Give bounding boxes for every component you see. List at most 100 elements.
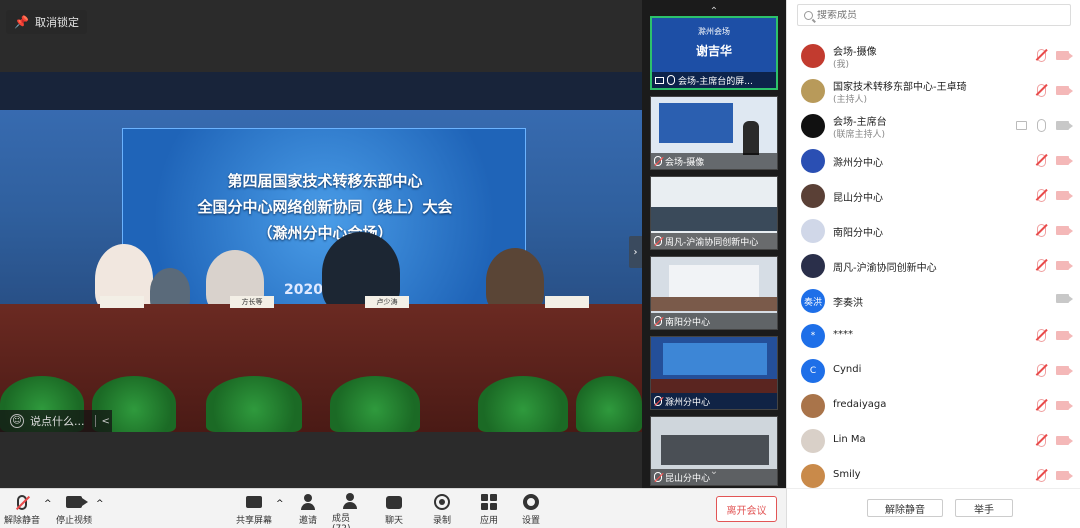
chat-button[interactable]: 聊天 xyxy=(382,493,406,527)
camera-off-icon[interactable] xyxy=(1056,51,1073,60)
mic-muted-icon[interactable] xyxy=(1037,364,1046,377)
member-row[interactable]: * **** xyxy=(787,318,1080,353)
active-speaker-video: 第四届国家技术转移东部中心 全国分中心网络创新协同（线上）大会 （滁州分中心会场… xyxy=(0,72,642,432)
search-input[interactable] xyxy=(817,9,1057,21)
camera-off-icon[interactable] xyxy=(1056,226,1073,235)
chevron-left-icon[interactable]: < xyxy=(102,416,110,427)
video-thumbnail[interactable]: 滁州分中心 xyxy=(650,336,778,410)
mic-muted-icon[interactable] xyxy=(1037,434,1046,447)
avatar xyxy=(801,149,825,173)
member-row[interactable]: fredaiyaga xyxy=(787,388,1080,423)
video-thumbnail[interactable]: 周凡-沪渝协同创新中心 xyxy=(650,176,778,250)
mic-muted-icon[interactable] xyxy=(1037,84,1046,97)
settings-label: 设置 xyxy=(521,516,540,526)
thumbnail-label: 南阳分中心 xyxy=(651,313,777,329)
member-name: Lin Ma xyxy=(833,434,866,445)
thumbnail-name: 会场-主席台的屏... xyxy=(678,76,753,87)
nameplate: 方长等 xyxy=(230,296,274,308)
slide-title: 滁州会场 xyxy=(698,27,730,36)
avatar xyxy=(801,429,825,453)
member-name: 滁州分中心 xyxy=(833,158,883,169)
quick-chat-bar[interactable]: ☺ 说点什么... < xyxy=(0,410,112,432)
member-row[interactable]: Smily xyxy=(787,458,1080,488)
unmute-button[interactable]: 解除静音 xyxy=(4,493,40,527)
nameplate xyxy=(100,296,144,308)
camera-off-icon[interactable] xyxy=(1056,261,1073,270)
chevron-up-icon[interactable]: ^ xyxy=(44,499,52,509)
member-row[interactable]: 昆山分中心 xyxy=(787,178,1080,213)
chat-input-placeholder[interactable]: 说点什么... xyxy=(30,413,85,429)
leave-meeting-button[interactable]: 离开会议 xyxy=(716,496,777,522)
member-row[interactable]: 周凡-沪渝协同创新中心 xyxy=(787,248,1080,283)
mic-muted-icon[interactable] xyxy=(1037,224,1046,237)
mic-icon[interactable] xyxy=(1037,119,1046,132)
mic-muted-icon[interactable] xyxy=(1037,259,1046,272)
raise-hand-button[interactable]: 举手 xyxy=(955,499,1013,517)
mic-muted-icon[interactable] xyxy=(1037,154,1046,167)
camera-off-icon[interactable] xyxy=(1056,86,1073,95)
banner-line: 全国分中心网络创新协同（线上）大会 xyxy=(197,198,453,216)
share-icon xyxy=(655,76,664,84)
mic-muted-icon[interactable] xyxy=(1037,399,1046,412)
mic-muted-icon xyxy=(654,156,662,166)
member-row[interactable]: C Cyndi xyxy=(787,353,1080,388)
camera-icon[interactable] xyxy=(1056,121,1073,130)
record-button[interactable]: 录制 xyxy=(430,493,454,527)
camera-off-icon[interactable] xyxy=(1056,436,1073,445)
member-row[interactable]: 滁州分中心 xyxy=(787,143,1080,178)
invite-button[interactable]: 邀请 xyxy=(296,493,320,527)
avatar: * xyxy=(801,324,825,348)
collapse-gallery-button[interactable]: › xyxy=(629,236,642,268)
member-search[interactable] xyxy=(797,4,1071,26)
mic-icon xyxy=(667,75,675,85)
member-row[interactable]: 会场-主席台 (联席主持人) xyxy=(787,108,1080,143)
member-row[interactable]: 奏洪 李奏洪 xyxy=(787,283,1080,318)
member-status-icons xyxy=(1037,399,1073,412)
settings-button[interactable]: 设置 xyxy=(519,493,543,527)
camera-icon[interactable] xyxy=(1056,294,1073,303)
camera-off-icon[interactable] xyxy=(1056,331,1073,340)
member-name: 周凡-沪渝协同创新中心 xyxy=(833,263,937,274)
apps-label: 应用 xyxy=(479,516,498,526)
video-thumbnail[interactable]: 滁州会场 谢吉华 会场-主席台的屏... xyxy=(650,16,778,90)
emoji-icon[interactable]: ☺ xyxy=(10,414,24,428)
member-row[interactable]: Lin Ma xyxy=(787,423,1080,458)
share-screen-button[interactable]: 共享屏幕 xyxy=(236,493,272,527)
chevron-up-icon[interactable]: ^ xyxy=(276,499,284,509)
chevron-right-icon: › xyxy=(633,246,638,258)
chevron-down-icon[interactable]: ⌄ xyxy=(704,466,724,478)
chevron-up-icon[interactable]: ^ xyxy=(96,499,104,509)
video-scene xyxy=(651,379,777,393)
unlock-video-button[interactable]: 📌 取消锁定 xyxy=(6,10,87,34)
camera-off-icon[interactable] xyxy=(1056,191,1073,200)
mic-muted-icon[interactable] xyxy=(1037,49,1046,62)
apps-icon xyxy=(481,494,497,510)
video-scene xyxy=(743,121,759,155)
members-button[interactable]: 成员(72) xyxy=(332,493,368,528)
camera-off-icon[interactable] xyxy=(1056,366,1073,375)
stop-video-button[interactable]: 停止视频 xyxy=(56,493,92,527)
mic-muted-icon[interactable] xyxy=(1037,329,1046,342)
mic-muted-icon[interactable] xyxy=(1037,189,1046,202)
divider xyxy=(94,415,96,427)
member-row[interactable]: 南阳分中心 xyxy=(787,213,1080,248)
camera-off-icon[interactable] xyxy=(1056,471,1073,480)
participants-panel: 会场-摄像 (我) 国家技术转移东部中心-王卓琦 (主持人) 会场-主席台 (联席主持人)… xyxy=(786,0,1080,528)
camera-off-icon[interactable] xyxy=(1056,401,1073,410)
avatar xyxy=(801,219,825,243)
member-row[interactable]: 国家技术转移东部中心-王卓琦 (主持人) xyxy=(787,73,1080,108)
apps-button[interactable]: 应用 xyxy=(477,493,501,527)
member-row[interactable]: 会场-摄像 (我) xyxy=(787,38,1080,73)
thumbnail-label: 滁州分中心 xyxy=(651,393,777,409)
camera-off-icon[interactable] xyxy=(1056,156,1073,165)
member-role: (联席主持人) xyxy=(833,130,886,140)
avatar xyxy=(801,114,825,138)
member-list[interactable]: 会场-摄像 (我) 国家技术转移东部中心-王卓琦 (主持人) 会场-主席台 (联席主持人)… xyxy=(787,38,1080,488)
video-thumbnail[interactable]: 会场-摄像 xyxy=(650,96,778,170)
unmute-all-button[interactable]: 解除静音 xyxy=(867,499,943,517)
video-thumbnail[interactable]: 南阳分中心 xyxy=(650,256,778,330)
main-video-area[interactable]: 📌 取消锁定 第四届国家技术转移东部中心 全国分中心网络创新协同（线上）大会 （… xyxy=(0,0,642,488)
members-icon xyxy=(342,493,358,509)
member-name: 李奏洪 xyxy=(833,298,863,309)
mic-muted-icon[interactable] xyxy=(1037,469,1046,482)
